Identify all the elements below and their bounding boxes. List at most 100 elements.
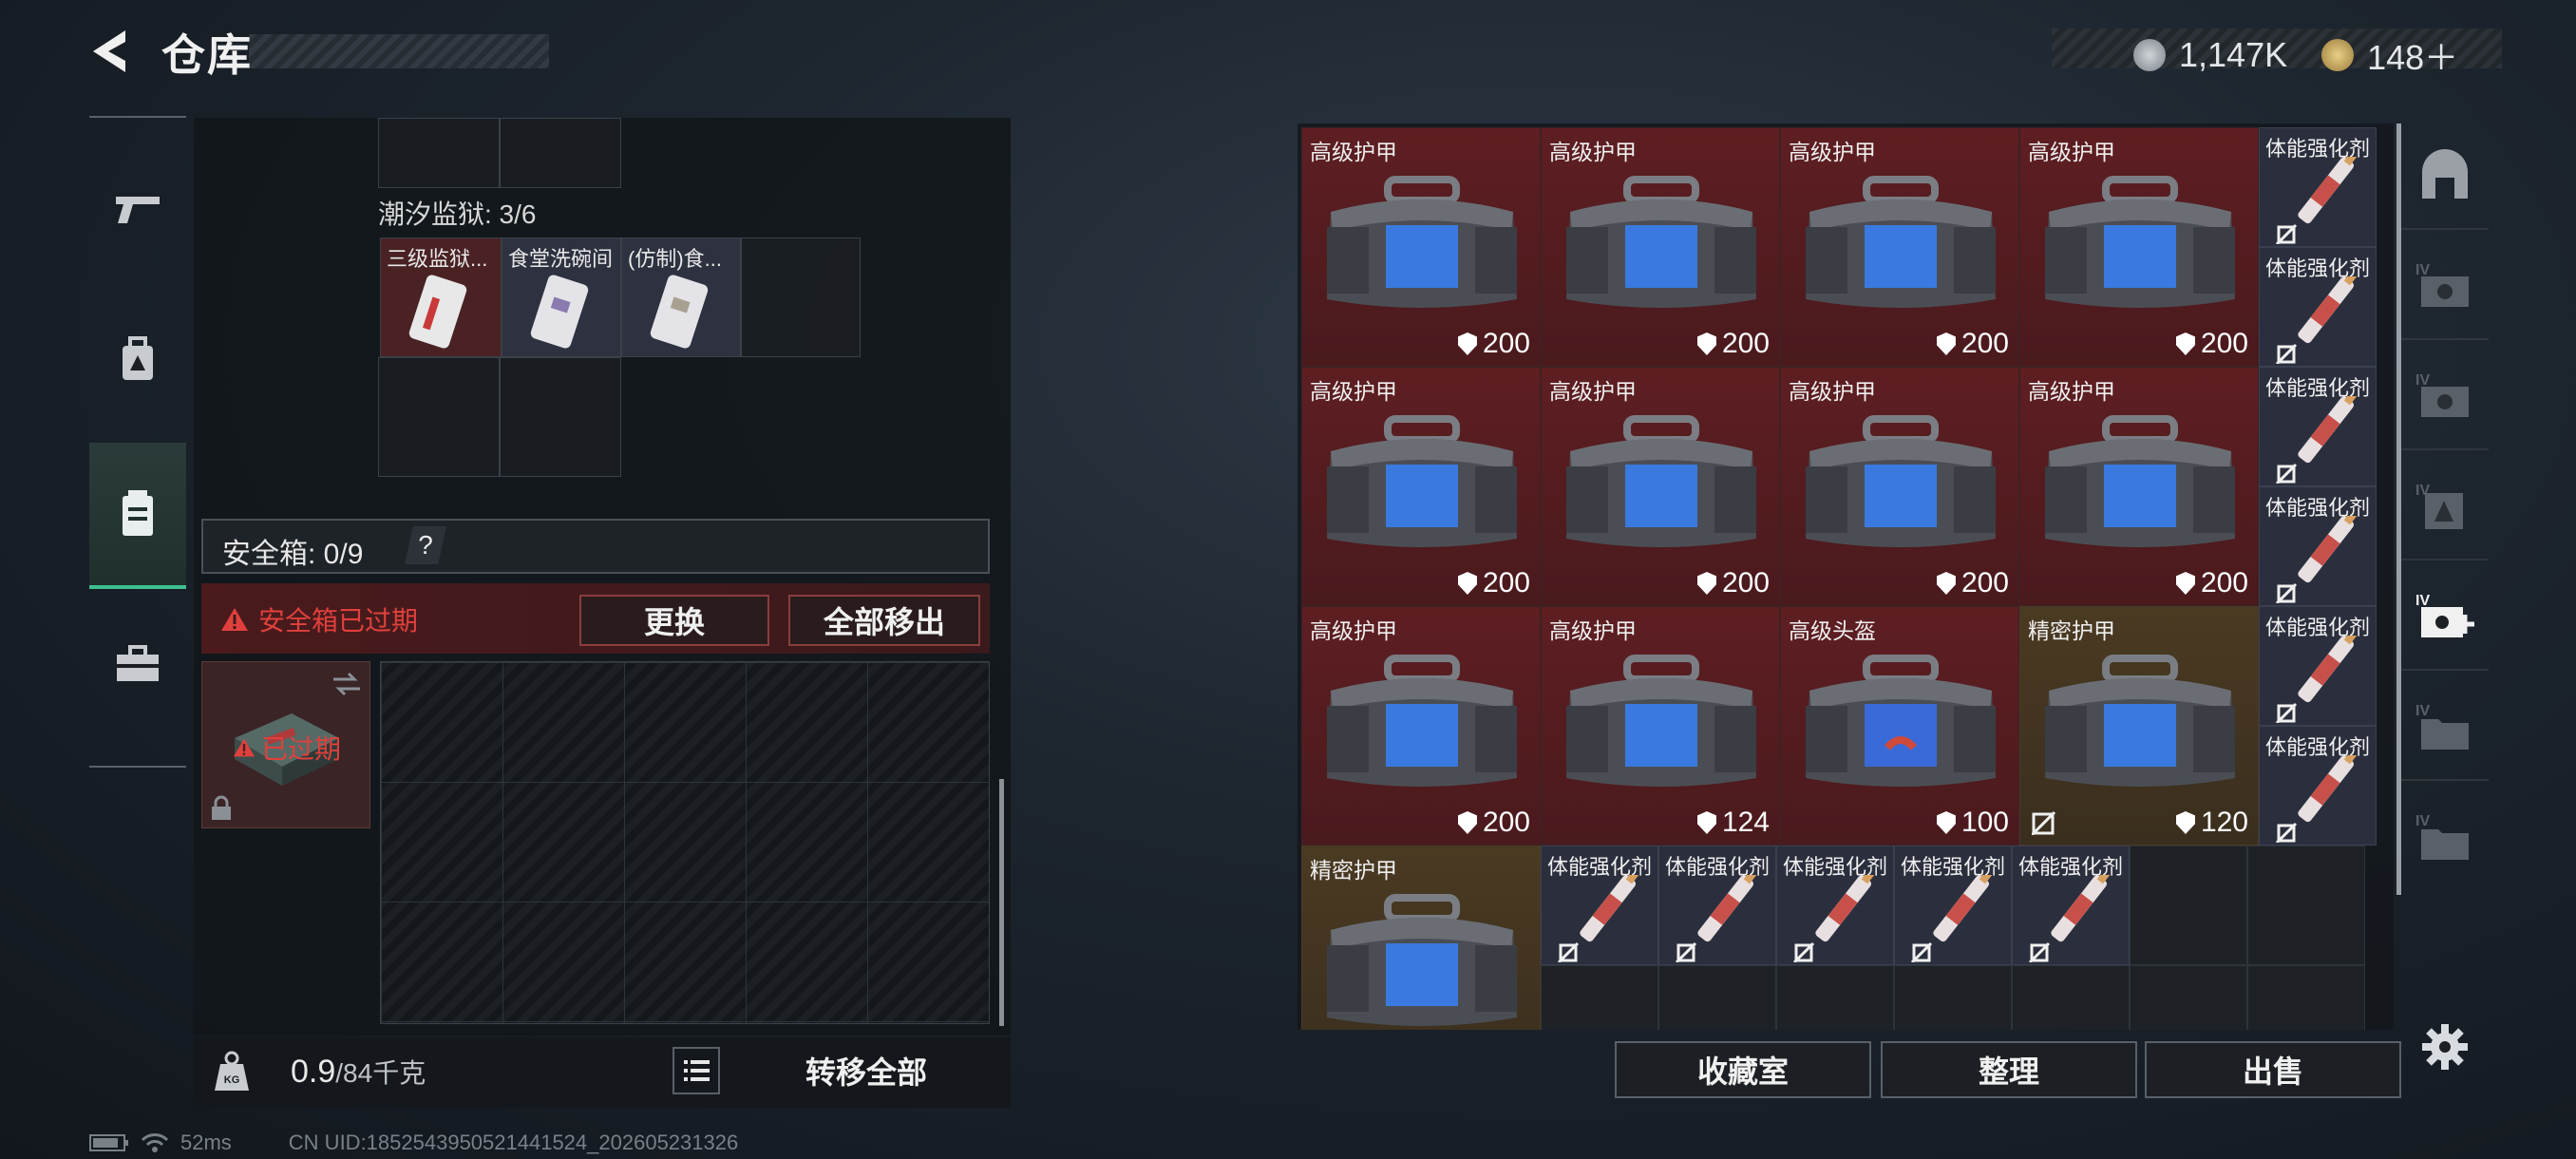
weight-max: /84千克 [335, 1058, 426, 1088]
stimulant-item[interactable]: 体能强化剂 [2259, 486, 2377, 606]
grid-cell[interactable] [2012, 965, 2130, 1030]
transfer-all-button[interactable]: 转移全部 [729, 1043, 1003, 1098]
settings-button[interactable] [2420, 1022, 2470, 1076]
armor-item[interactable]: 精密护甲 120 [2019, 606, 2259, 846]
grid-cell[interactable] [2247, 965, 2365, 1030]
syringe-icon [2275, 636, 2358, 723]
armor-item[interactable]: 高级护甲 124 [1541, 606, 1780, 846]
syringe-icon [1910, 875, 1993, 962]
armor-item[interactable]: 高级护甲 200 [1780, 127, 2019, 367]
safebox-grid [380, 661, 990, 1024]
armor-item[interactable]: 高级护甲 200 [1541, 127, 1780, 367]
armor-bag-icon [1566, 415, 1756, 547]
nav-container[interactable] [89, 443, 186, 589]
replace-button[interactable]: 更换 [579, 595, 769, 646]
left-scrollbar[interactable] [999, 779, 1004, 1026]
nav-toolbox[interactable] [89, 593, 186, 735]
stimulant-item[interactable]: 体能强化剂 [1776, 846, 1894, 965]
keycard-icon [408, 275, 467, 349]
syringe-icon [2275, 516, 2358, 603]
durability: 200 [1457, 567, 1530, 599]
item-name: 高级护甲 [2028, 379, 2115, 404]
stimulant-item[interactable]: 体能强化剂 [2259, 726, 2377, 846]
nav-backpack[interactable] [89, 289, 186, 431]
armor-item[interactable]: 高级护甲 200 [1301, 367, 1541, 606]
svg-text:IV: IV [2415, 593, 2430, 609]
grid-cell[interactable] [1541, 965, 1658, 1030]
helmet-item[interactable]: 高级头盔 100 [1780, 606, 2019, 846]
back-button[interactable] [87, 27, 137, 76]
nav-folder-2[interactable]: IV [2401, 785, 2489, 889]
stimulant-item[interactable]: 体能强化剂 [1894, 846, 2012, 965]
armor-item[interactable]: 高级护甲 200 [1780, 367, 2019, 606]
nav-backpack-iv[interactable]: IV [2401, 454, 2489, 560]
grid-cell[interactable] [500, 118, 621, 188]
durability: 200 [1936, 567, 2009, 599]
grid-cell[interactable] [378, 357, 500, 477]
stimulant-item[interactable]: 体能强化剂 [1541, 846, 1658, 965]
stimulant-item[interactable]: 体能强化剂 [2259, 367, 2377, 486]
helmet-icon [1806, 655, 1996, 787]
syringe-icon [2275, 157, 2358, 244]
shield-icon [1936, 811, 1956, 834]
stimulant-item[interactable]: 体能强化剂 [2259, 606, 2377, 726]
safe-iv-icon: IV [2415, 372, 2469, 417]
grid-cell[interactable] [2130, 965, 2247, 1030]
backpack-icon [123, 336, 153, 380]
nav-safe-2[interactable]: IV [2401, 344, 2489, 450]
durability: 200 [1696, 567, 1770, 599]
armor-item[interactable]: 精密护甲 [1301, 846, 1541, 1030]
armor-item[interactable]: 高级护甲 200 [1541, 367, 1780, 606]
item-slot[interactable]: (仿制)食... [621, 238, 741, 357]
nav-add-safe[interactable]: IV [2401, 564, 2489, 671]
item-slot[interactable]: 三级监狱... [380, 238, 502, 357]
item-name: 高级护甲 [1549, 140, 1637, 164]
armor-bag-icon [2045, 176, 2235, 308]
list-view-button[interactable] [672, 1047, 720, 1094]
grid-cell[interactable] [2130, 846, 2247, 965]
move-all-out-button[interactable]: 全部移出 [788, 595, 980, 646]
armor-item[interactable]: 高级护甲 200 [1301, 606, 1541, 846]
item-slot[interactable]: 食堂洗碗间 [502, 238, 621, 357]
armor-item[interactable]: 高级护甲 200 [1301, 127, 1541, 367]
weight-icon: KG [215, 1051, 249, 1091]
item-name: 精密护甲 [1310, 858, 1397, 883]
stimulant-item[interactable]: 体能强化剂 [2012, 846, 2130, 965]
nav-folder-1[interactable]: IV [2401, 674, 2489, 781]
stash-grid: 高级护甲 200 高级护甲 200 高级护甲 200 高级护甲 200 高级护甲 200 高级护甲 2… [1301, 127, 2384, 1030]
swap-icon[interactable] [330, 670, 364, 698]
nav-weapons[interactable] [89, 137, 186, 279]
grid-cell[interactable] [500, 357, 621, 477]
sort-button[interactable]: 整理 [1881, 1041, 2137, 1098]
grid-cell[interactable] [1658, 965, 1776, 1030]
armor-item[interactable]: 高级护甲 200 [2019, 127, 2259, 367]
gold-coin-icon [2321, 39, 2355, 71]
silver-coin-icon [2133, 39, 2166, 71]
svg-text:IV: IV [2415, 813, 2430, 829]
sell-button[interactable]: 出售 [2145, 1041, 2401, 1098]
backpack-iv-icon: IV [2415, 483, 2463, 529]
back-arrow-icon [93, 30, 125, 72]
grid-cell[interactable] [2247, 846, 2365, 965]
safebox-slot[interactable]: 已过期 [201, 661, 370, 828]
nav-safe-1[interactable]: IV [2401, 234, 2489, 340]
stimulant-item[interactable]: 体能强化剂 [2259, 247, 2377, 367]
shield-icon [1936, 572, 1956, 595]
stimulant-item[interactable]: 体能强化剂 [2259, 127, 2377, 247]
grid-cell[interactable] [378, 118, 500, 188]
item-name: 高级护甲 [1789, 379, 1876, 404]
shield-icon [1457, 332, 1477, 355]
nav-locker[interactable] [2401, 124, 2489, 230]
grid-cell[interactable] [1776, 965, 1894, 1030]
stimulant-item[interactable]: 体能强化剂 [1658, 846, 1776, 965]
grid-cell[interactable] [741, 238, 861, 357]
category-nav [89, 116, 186, 768]
safebox-label: 安全箱: 0/9 [222, 539, 364, 570]
armor-item[interactable]: 高级护甲 200 [2019, 367, 2259, 606]
wifi-icon [141, 1133, 169, 1152]
svg-text:KG: KG [224, 1074, 240, 1086]
keycard-icon [650, 275, 709, 349]
collection-room-button[interactable]: 收藏室 [1615, 1041, 1871, 1098]
folder-iv-icon: IV [2415, 703, 2469, 750]
grid-cell[interactable] [1894, 965, 2012, 1030]
